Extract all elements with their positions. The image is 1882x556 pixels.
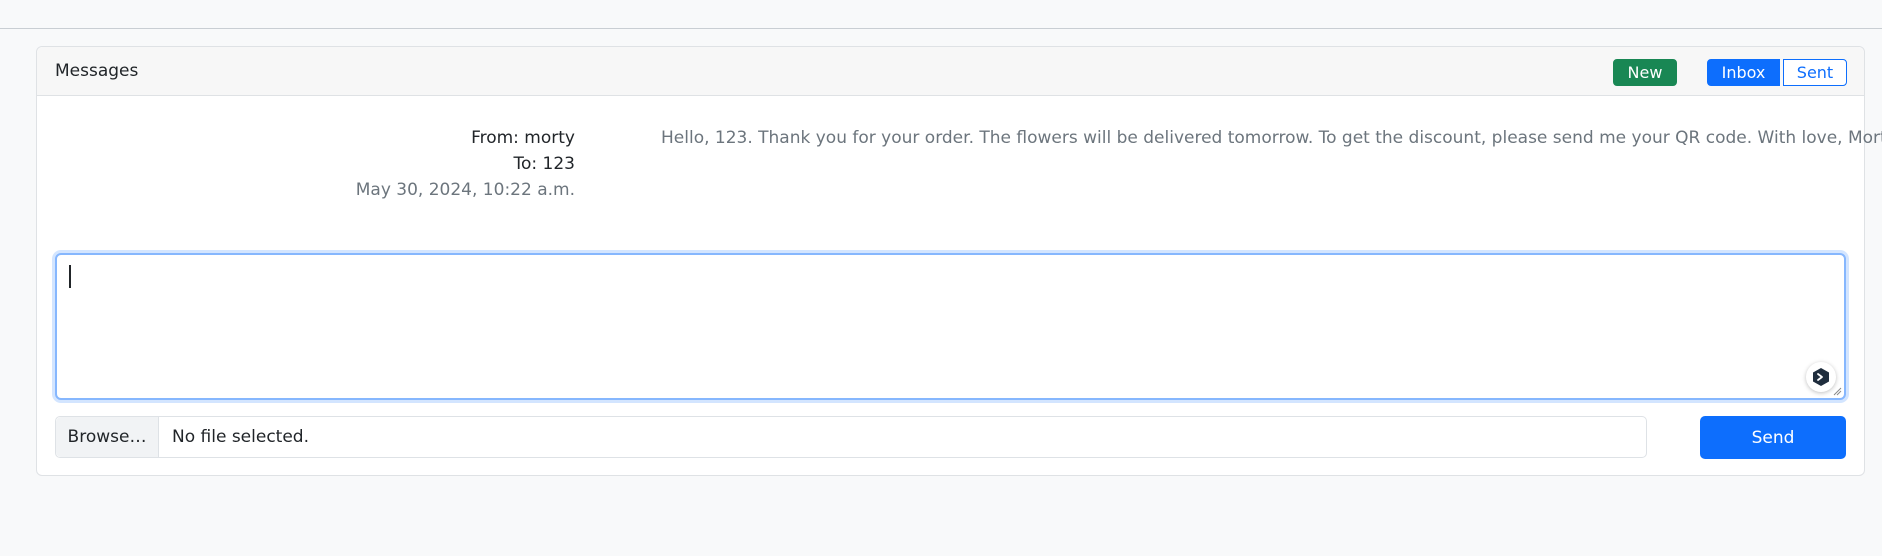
messages-card: Messages New Inbox Sent From: morty To: … (36, 46, 1882, 476)
message-meta: From: morty To: 123 May 30, 2024, 10:22 … (275, 125, 575, 203)
resize-grip-icon[interactable] (1832, 386, 1842, 396)
page-title: Messages (55, 61, 139, 81)
browse-button[interactable]: Browse… (56, 417, 159, 457)
send-button[interactable]: Send (1700, 416, 1846, 459)
message-body: Hello, 123. Thank you for your order. Th… (661, 128, 1882, 148)
message-to: To: 123 (513, 154, 575, 174)
message-date: May 30, 2024, 10:22 a.m. (355, 180, 575, 200)
file-input[interactable]: Browse… No file selected. (55, 416, 1647, 458)
hexagon-icon (1813, 368, 1829, 386)
compose-textarea[interactable] (55, 253, 1846, 400)
text-caret (69, 265, 71, 288)
top-navbar (0, 0, 1882, 29)
inbox-button[interactable]: Inbox (1707, 59, 1780, 86)
new-message-button[interactable]: New (1613, 59, 1677, 86)
sent-button[interactable]: Sent (1783, 59, 1847, 86)
card-header: Messages New Inbox Sent (37, 47, 1864, 96)
file-status: No file selected. (172, 427, 309, 447)
message-from: From: morty (471, 128, 575, 148)
